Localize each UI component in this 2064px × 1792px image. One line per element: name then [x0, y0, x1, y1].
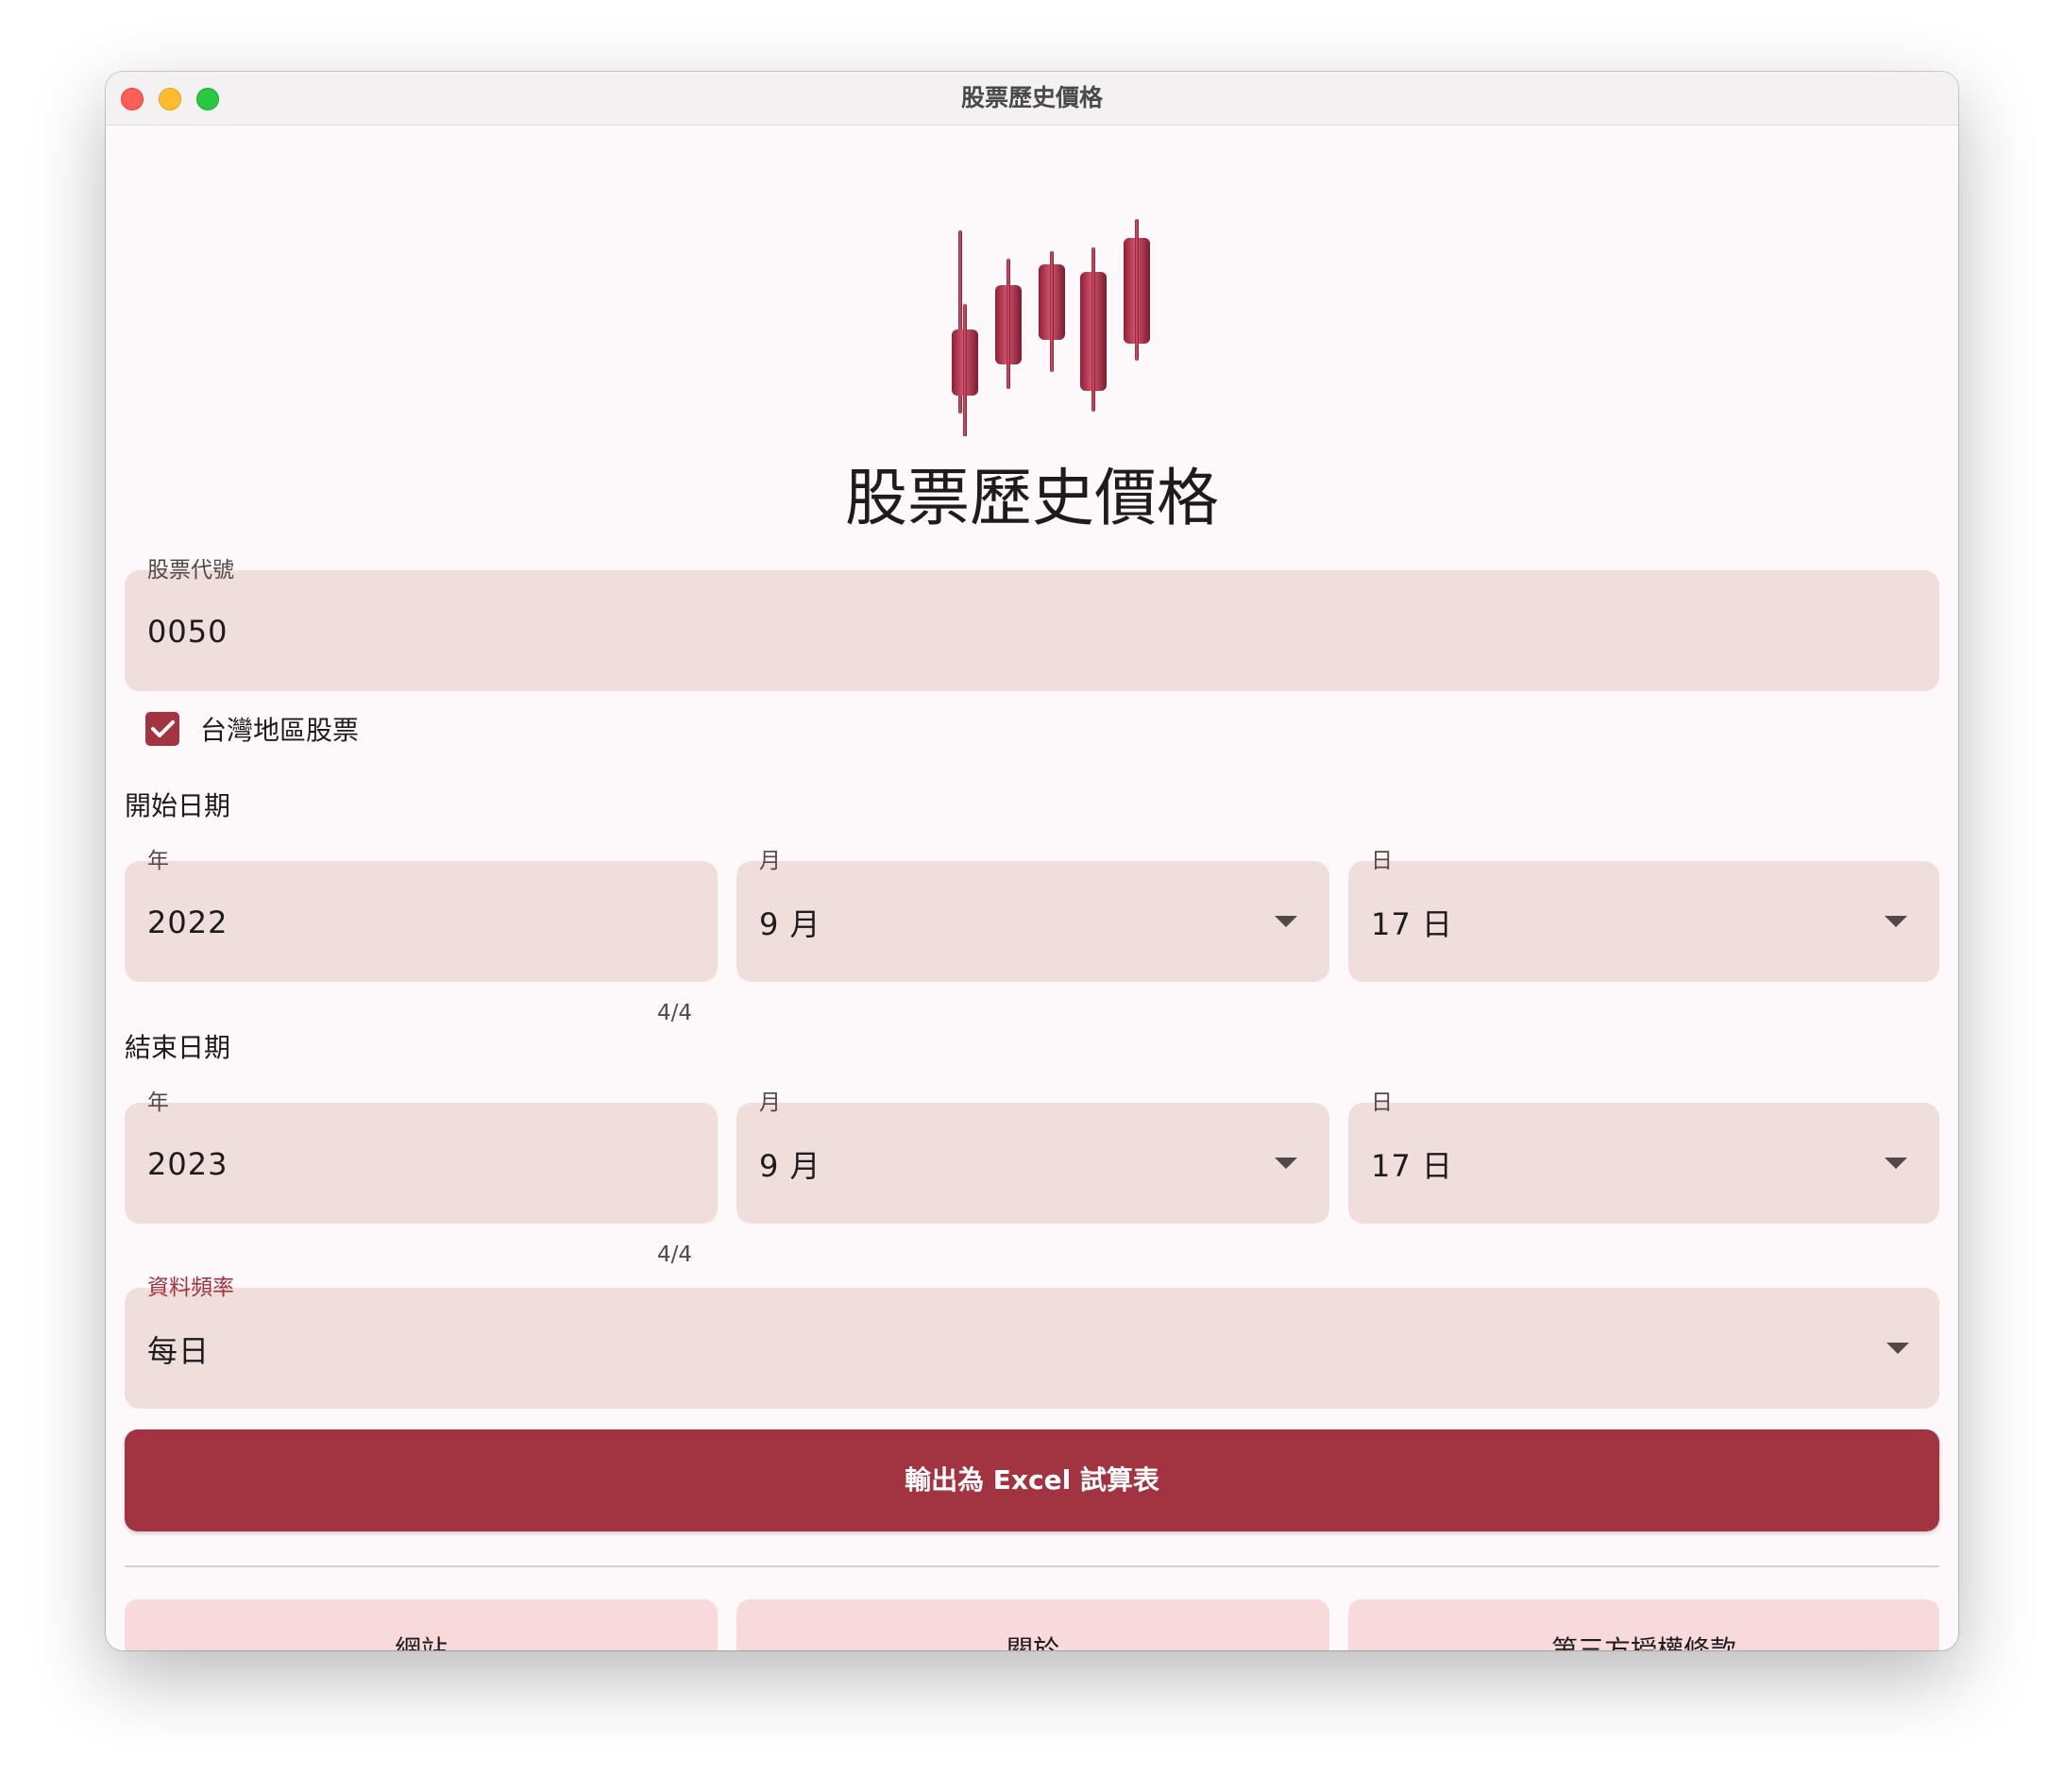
chevron-down-icon: [1275, 916, 1297, 927]
frequency-dropdown[interactable]: 資料頻率 每日: [125, 1276, 1939, 1409]
stock-code-field[interactable]: 股票代號 0050: [125, 558, 1939, 691]
frequency-value: 每日: [147, 1333, 211, 1369]
start-month-value: 9 月: [759, 906, 821, 942]
end-month-value: 9 月: [759, 1148, 821, 1184]
end-date-label: 結束日期: [125, 1032, 231, 1063]
app-window: 股票歷史價格 股票歷史價格 股票代號 0050 台灣地區股票 開始日期 年 20…: [106, 72, 1958, 1650]
end-year-label: 年: [147, 1090, 169, 1115]
end-month-label: 月: [759, 1090, 781, 1115]
chevron-down-icon: [1275, 1158, 1297, 1169]
taiwan-stock-label[interactable]: 台灣地區股票: [200, 710, 359, 748]
title-bar: 股票歷史價格: [106, 72, 1958, 126]
window-title: 股票歷史價格: [960, 84, 1103, 111]
about-button[interactable]: 關於: [736, 1599, 1329, 1650]
export-excel-button[interactable]: 輸出為 Excel 試算表: [125, 1429, 1939, 1531]
third-party-licenses-button[interactable]: 第三方授權條款: [1348, 1599, 1939, 1650]
start-date-label: 開始日期: [125, 790, 231, 821]
start-day-dropdown[interactable]: 日 17 日: [1348, 849, 1939, 982]
stock-code-value[interactable]: 0050: [147, 614, 228, 650]
start-year-label: 年: [147, 849, 169, 873]
chevron-down-icon: [1885, 916, 1907, 927]
chevron-down-icon: [1886, 1343, 1909, 1354]
start-month-dropdown[interactable]: 月 9 月: [736, 849, 1329, 982]
start-year-field[interactable]: 年 2022: [125, 849, 718, 982]
candlestick-chart-icon: [952, 219, 1150, 436]
end-year-counter: 4/4: [657, 1243, 693, 1267]
start-day-label: 日: [1371, 849, 1393, 873]
website-button[interactable]: 網站: [125, 1599, 718, 1650]
end-year-value[interactable]: 2023: [147, 1146, 228, 1182]
end-day-dropdown[interactable]: 日 17 日: [1348, 1090, 1939, 1224]
end-month-dropdown[interactable]: 月 9 月: [736, 1090, 1329, 1224]
end-day-value: 17 日: [1371, 1148, 1453, 1184]
checkmark-icon: [151, 720, 175, 737]
start-year-value[interactable]: 2022: [147, 904, 228, 940]
end-day-label: 日: [1371, 1090, 1393, 1115]
start-month-label: 月: [759, 849, 781, 873]
frequency-label: 資料頻率: [147, 1276, 234, 1300]
main-content: 股票歷史價格 股票代號 0050 台灣地區股票 開始日期 年 2022 4/4 …: [106, 125, 1958, 1650]
stock-code-label: 股票代號: [147, 558, 234, 583]
chevron-down-icon: [1885, 1158, 1907, 1169]
app-title: 股票歷史價格: [845, 462, 1219, 534]
start-year-counter: 4/4: [657, 1001, 693, 1025]
end-year-field[interactable]: 年 2023: [125, 1090, 718, 1224]
taiwan-stock-checkbox[interactable]: [145, 712, 179, 746]
divider: [125, 1565, 1939, 1567]
start-day-value: 17 日: [1371, 906, 1453, 942]
